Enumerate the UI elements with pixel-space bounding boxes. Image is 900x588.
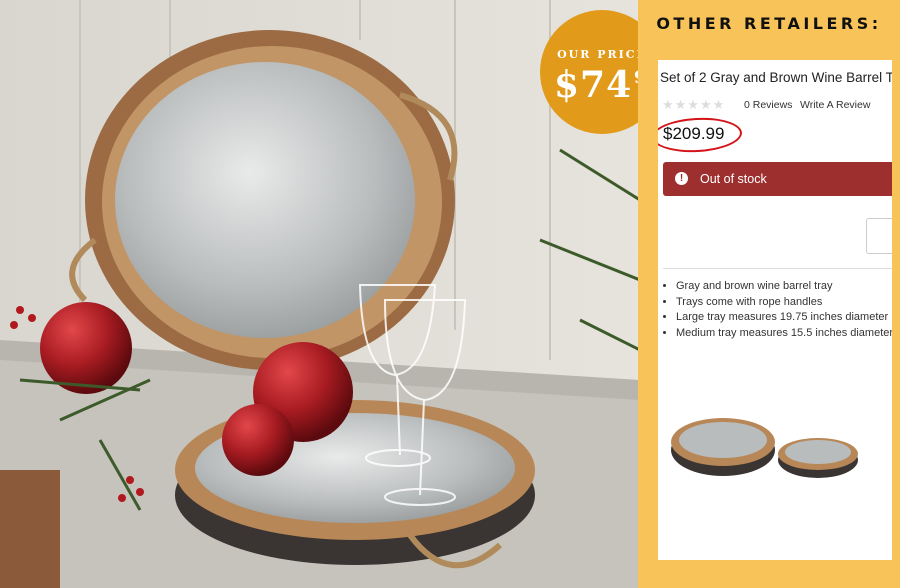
other-retailers-heading: OTHER RETAILERS: bbox=[656, 14, 882, 33]
product-title[interactable]: Set of 2 Gray and Brown Wine Barrel Tray bbox=[660, 70, 892, 85]
product-thumbnail[interactable] bbox=[663, 400, 883, 490]
quantity-input[interactable] bbox=[866, 218, 892, 254]
out-of-stock-button[interactable]: ! Out of stock bbox=[663, 162, 892, 196]
retailer-product-card: Set of 2 Gray and Brown Wine Barrel Tray… bbox=[658, 60, 892, 560]
feature-item: Medium tray measures 15.5 inches diamete… bbox=[676, 327, 892, 340]
feature-item: Large tray measures 19.75 inches diamete… bbox=[676, 311, 892, 324]
other-retailers-panel: OTHER RETAILERS: Set of 2 Gray and Brown… bbox=[638, 0, 900, 588]
our-price-dollars: $74 bbox=[554, 64, 633, 106]
divider bbox=[663, 268, 892, 269]
rating-stars-icon[interactable]: ★★★★★ bbox=[662, 98, 725, 113]
out-of-stock-label: Out of stock bbox=[700, 172, 767, 186]
feature-item: Trays come with rope handles bbox=[676, 296, 892, 309]
price-circle-annotation bbox=[658, 115, 743, 155]
feature-item: Gray and brown wine barrel tray bbox=[676, 280, 892, 293]
write-review-link[interactable]: Write A Review bbox=[800, 99, 870, 111]
reviews-count[interactable]: 0 Reviews bbox=[744, 99, 792, 111]
alert-icon: ! bbox=[675, 172, 688, 185]
product-features: Gray and brown wine barrel tray Trays co… bbox=[662, 280, 892, 342]
